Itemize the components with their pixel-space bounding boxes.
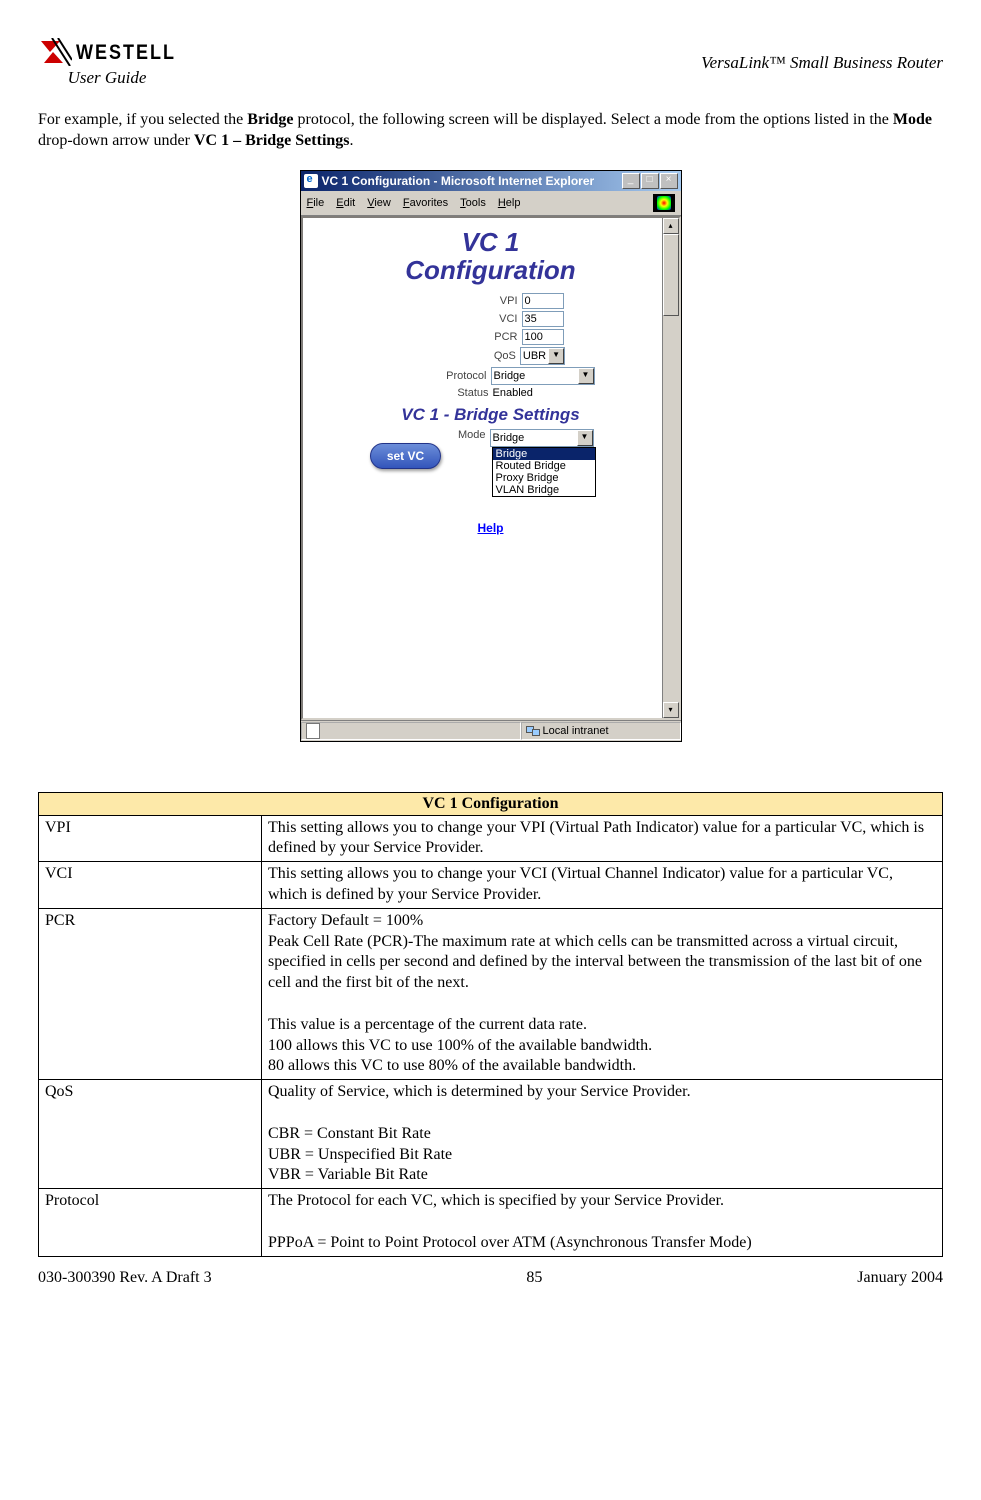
header-right: VersaLink™ Small Business Router — [701, 53, 943, 73]
ie-icon — [304, 174, 318, 188]
content-area: ▴ ▾ VC 1 Configuration VPI 0 VCI 35 PCR … — [301, 216, 681, 720]
intranet-icon — [526, 724, 540, 738]
brand-text: WESTELL — [76, 39, 176, 64]
mode-option-routed[interactable]: Routed Bridge — [493, 460, 595, 472]
vci-input[interactable]: 35 — [522, 311, 564, 327]
pcr-label: PCR — [418, 331, 518, 343]
chevron-down-icon: ▼ — [548, 348, 564, 364]
cell-name: VPI — [39, 815, 262, 862]
footer-center: 85 — [526, 1269, 542, 1287]
titlebar: VC 1 Configuration - Microsoft Internet … — [301, 171, 681, 191]
mode-option-vlan[interactable]: VLAN Bridge — [493, 484, 595, 496]
menubar: File Edit View Favorites Tools Help — [301, 191, 681, 216]
mode-label: Mode — [386, 429, 486, 441]
cell-desc: This setting allows you to change your V… — [262, 862, 943, 909]
mode-option-bridge[interactable]: Bridge — [493, 448, 595, 460]
set-vc-button[interactable]: set VC — [370, 443, 441, 469]
status-value: Enabled — [493, 387, 593, 399]
scroll-down-button[interactable]: ▾ — [663, 702, 679, 718]
scroll-up-button[interactable]: ▴ — [663, 218, 679, 234]
menu-tools[interactable]: Tools — [460, 197, 486, 209]
mode-dropdown-list[interactable]: Bridge Routed Bridge Proxy Bridge VLAN B… — [492, 447, 596, 497]
table-row: QoS Quality of Service, which is determi… — [39, 1080, 943, 1189]
table-row: VCI This setting allows you to change yo… — [39, 862, 943, 909]
heading-vc1: VC 1 Configuration — [303, 228, 679, 285]
chevron-down-icon: ▼ — [578, 368, 594, 384]
heading-bridge: VC 1 - Bridge Settings — [303, 405, 679, 425]
scroll-thumb[interactable] — [663, 234, 679, 316]
vpi-label: VPI — [418, 295, 518, 307]
cell-desc: The Protocol for each VC, which is speci… — [262, 1189, 943, 1256]
window-title: VC 1 Configuration - Microsoft Internet … — [322, 174, 618, 188]
cell-desc: This setting allows you to change your V… — [262, 815, 943, 862]
cell-desc: Quality of Service, which is determined … — [262, 1080, 943, 1189]
minimize-button[interactable]: _ — [622, 173, 640, 189]
cell-name: VCI — [39, 862, 262, 909]
mode-select[interactable]: Bridge ▼ — [490, 429, 594, 447]
statusbar: Local intranet — [301, 720, 681, 741]
qos-label: QoS — [416, 350, 516, 362]
footer-right: January 2004 — [857, 1269, 943, 1287]
ie-throbber-icon — [653, 194, 675, 212]
protocol-label: Protocol — [387, 370, 487, 382]
page-header: WESTELL User Guide VersaLink™ Small Busi… — [38, 38, 943, 88]
help-link[interactable]: Help — [477, 521, 503, 535]
maximize-button[interactable]: □ — [641, 173, 659, 189]
cell-name: PCR — [39, 908, 262, 1079]
cell-desc: Factory Default = 100% Peak Cell Rate (P… — [262, 908, 943, 1079]
vpi-input[interactable]: 0 — [522, 293, 564, 309]
status-zone: Local intranet — [521, 722, 681, 740]
table-row: Protocol The Protocol for each VC, which… — [39, 1189, 943, 1256]
table-title: VC 1 Configuration — [39, 792, 943, 815]
menu-favorites[interactable]: Favorites — [403, 197, 448, 209]
footer-left: 030-300390 Rev. A Draft 3 — [38, 1269, 212, 1287]
protocol-select[interactable]: Bridge ▼ — [491, 367, 595, 385]
mode-option-proxy[interactable]: Proxy Bridge — [493, 472, 595, 484]
intro-paragraph: For example, if you selected the Bridge … — [38, 110, 943, 152]
menu-file[interactable]: File — [307, 197, 325, 209]
cell-name: Protocol — [39, 1189, 262, 1256]
status-label: Status — [389, 387, 489, 399]
logo-block: WESTELL User Guide — [38, 38, 176, 88]
qos-select[interactable]: UBR ▼ — [520, 347, 565, 365]
menu-help[interactable]: Help — [498, 197, 521, 209]
status-left — [301, 722, 521, 740]
page-footer: 030-300390 Rev. A Draft 3 85 January 200… — [38, 1269, 943, 1287]
chevron-down-icon: ▼ — [577, 430, 593, 446]
logo: WESTELL — [38, 38, 176, 66]
menu-view[interactable]: View — [367, 197, 391, 209]
scrollbar[interactable]: ▴ ▾ — [662, 218, 679, 718]
close-button[interactable]: × — [660, 173, 678, 189]
page-icon — [306, 723, 320, 739]
westell-logo-icon — [38, 38, 72, 66]
table-row: PCR Factory Default = 100% Peak Cell Rat… — [39, 908, 943, 1079]
definition-table: VC 1 Configuration VPI This setting allo… — [38, 792, 943, 1257]
pcr-input[interactable]: 100 — [522, 329, 564, 345]
cell-name: QoS — [39, 1080, 262, 1189]
user-guide-label: User Guide — [68, 68, 147, 88]
vci-label: VCI — [418, 313, 518, 325]
table-row: VPI This setting allows you to change yo… — [39, 815, 943, 862]
screenshot-window: VC 1 Configuration - Microsoft Internet … — [300, 170, 682, 742]
menu-edit[interactable]: Edit — [336, 197, 355, 209]
